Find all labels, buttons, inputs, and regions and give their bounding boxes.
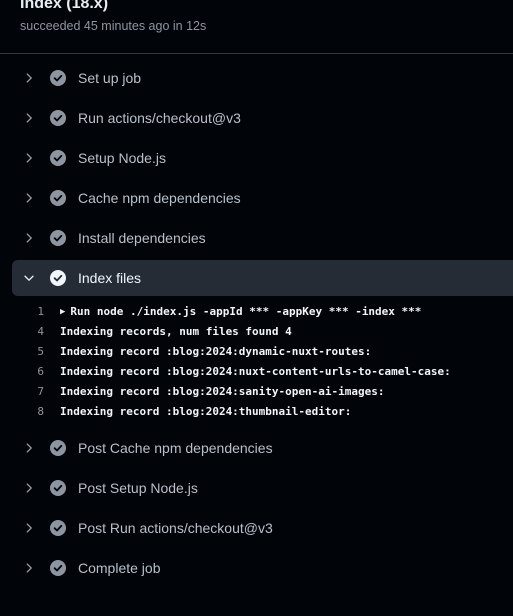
chevron-right-icon (22, 111, 36, 125)
steps-list: Set up job Run actions/checkout@v3 Setup… (12, 60, 513, 590)
log-line: 4 Indexing records, num files found 4 (12, 322, 513, 342)
chevron-right-icon (22, 561, 36, 575)
chevron-right-icon (22, 441, 36, 455)
step-post-setup-node[interactable]: Post Setup Node.js (12, 470, 513, 506)
log-line: 8 Indexing record :blog:2024:thumbnail-ed… (12, 402, 513, 422)
line-number[interactable]: 8 (12, 402, 60, 422)
step-label: Index files (78, 270, 142, 286)
step-post-cache-npm-dependencies[interactable]: Post Cache npm dependencies (12, 430, 513, 466)
step-post-run-actions-checkout[interactable]: Post Run actions/checkout@v3 (12, 510, 513, 546)
check-circle-icon (50, 520, 66, 536)
step-install-dependencies[interactable]: Install dependencies (12, 220, 513, 256)
check-circle-icon (50, 190, 66, 206)
job-title: Index (18.x) (20, 0, 109, 12)
step-label: Setup Node.js (78, 150, 166, 166)
chevron-right-icon (22, 151, 36, 165)
log-text: Run node ./index.js -appId *** -appKey *… (70, 305, 422, 318)
line-number[interactable]: 5 (12, 342, 60, 362)
step-label: Run actions/checkout@v3 (78, 110, 241, 126)
check-circle-icon (50, 440, 66, 456)
step-set-up-job[interactable]: Set up job (12, 60, 513, 96)
check-circle-icon (50, 270, 66, 286)
log-text: Indexing record :blog:2024:thumbnail-edi… (60, 405, 352, 418)
check-circle-icon (50, 150, 66, 166)
step-complete-job[interactable]: Complete job (12, 550, 513, 586)
line-number[interactable]: 1 (12, 302, 60, 322)
chevron-right-icon (22, 231, 36, 245)
step-label: Set up job (78, 70, 142, 86)
check-circle-icon (50, 560, 66, 576)
step-index-files[interactable]: Index files (12, 260, 513, 296)
step-cache-npm-dependencies[interactable]: Cache npm dependencies (12, 180, 513, 216)
log-line: 7 Indexing record :blog:2024:sanity-open-… (12, 382, 513, 402)
log-line: 5 Indexing record :blog:2024:dynamic-nuxt… (12, 342, 513, 362)
chevron-down-icon (22, 271, 36, 285)
step-label: Complete job (78, 560, 161, 576)
job-status-summary: succeeded 45 minutes ago in 12s (20, 19, 207, 33)
step-setup-node[interactable]: Setup Node.js (12, 140, 513, 176)
chevron-right-icon (22, 191, 36, 205)
line-number[interactable]: 7 (12, 382, 60, 402)
line-number[interactable]: 6 (12, 362, 60, 382)
check-circle-icon (50, 110, 66, 126)
job-header: Index (18.x) succeeded 45 minutes ago in… (0, 0, 513, 54)
step-label: Post Run actions/checkout@v3 (78, 520, 273, 536)
log-text: Indexing record :blog:2024:dynamic-nuxt-… (60, 345, 372, 358)
log-text: Indexing records, num files found 4 (60, 325, 292, 338)
step-label: Post Cache npm dependencies (78, 440, 273, 456)
step-log-output: 1 ▶ Run node ./index.js -appId *** -appKey… (12, 302, 513, 422)
step-label: Install dependencies (78, 230, 206, 246)
log-line: 6 Indexing record :blog:2024:nuxt-content… (12, 362, 513, 382)
log-text: Indexing record :blog:2024:nuxt-content-… (60, 365, 451, 378)
step-label: Post Setup Node.js (78, 480, 198, 496)
step-label: Cache npm dependencies (78, 190, 241, 206)
log-line[interactable]: 1 ▶ Run node ./index.js -appId *** -appKey… (12, 302, 513, 322)
log-text: Indexing record :blog:2024:sanity-open-a… (60, 385, 385, 398)
check-circle-icon (50, 70, 66, 86)
chevron-right-icon (22, 71, 36, 85)
step-run-actions-checkout[interactable]: Run actions/checkout@v3 (12, 100, 513, 136)
check-circle-icon (50, 230, 66, 246)
triangle-right-icon[interactable]: ▶ (60, 302, 65, 322)
line-number[interactable]: 4 (12, 322, 60, 342)
check-circle-icon (50, 480, 66, 496)
chevron-right-icon (22, 521, 36, 535)
chevron-right-icon (22, 481, 36, 495)
